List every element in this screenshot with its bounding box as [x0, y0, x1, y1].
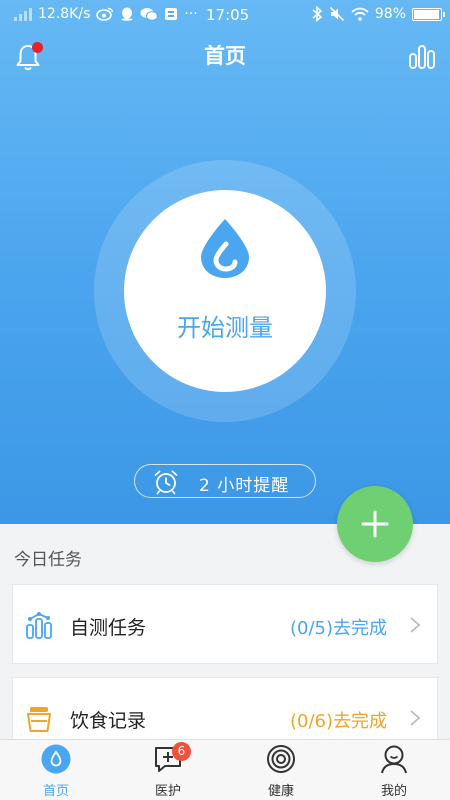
reminder-label: 2 小时提醒	[199, 476, 290, 496]
bar-chart-icon	[26, 612, 52, 639]
reminder-button[interactable]: 2 小时提醒	[134, 464, 316, 498]
alarm-clock-icon	[154, 470, 178, 495]
task-name: 自测任务	[70, 617, 147, 639]
nav-home[interactable]: 首页	[0, 740, 112, 800]
plus-icon	[361, 510, 389, 538]
status-right: 98%	[311, 6, 445, 22]
weibo-icon	[96, 7, 114, 21]
concentric-circles-icon	[267, 745, 295, 773]
battery-icon	[412, 7, 445, 21]
wechat-icon	[140, 8, 159, 21]
chevron-right-icon	[410, 710, 421, 726]
signal-icon	[14, 7, 32, 21]
task-self-test[interactable]: 自测任务 (0/5)去完成	[12, 584, 438, 664]
battery-level	[414, 9, 439, 19]
water-drop-icon	[41, 744, 71, 774]
unread-badge: 6	[172, 742, 191, 761]
chevron-right-icon	[410, 617, 421, 633]
status-bar: 12.8K/s ··· 17:05 98%	[0, 0, 450, 30]
water-drop-icon	[201, 219, 249, 278]
app-notification-icon	[165, 8, 178, 20]
app-screen: 12.8K/s ··· 17:05 98% 首页 开始测量 2 小时提醒 今日任…	[0, 0, 450, 800]
wifi-icon	[351, 7, 369, 21]
cup-icon	[27, 707, 51, 732]
bar-chart-icon[interactable]	[408, 44, 436, 70]
person-icon	[381, 745, 407, 774]
nav-care-label: 医护	[154, 784, 181, 799]
clock: 17:05	[206, 6, 250, 24]
start-measure-label: 开始测量	[177, 314, 273, 342]
task-name: 饮食记录	[70, 710, 147, 732]
net-speed: 12.8K/s	[38, 6, 91, 22]
page-title: 首页	[204, 44, 246, 68]
task-status: (0/6)去完成	[289, 711, 387, 732]
nav-care[interactable]: 6 医护	[112, 740, 224, 800]
nav-home-label: 首页	[42, 784, 69, 799]
nav-health[interactable]: 健康	[225, 740, 337, 800]
nav-mine-label: 我的	[380, 784, 407, 799]
add-button[interactable]	[337, 486, 413, 562]
mute-icon	[329, 6, 344, 22]
battery-percent: 98%	[374, 6, 406, 22]
status-left: 12.8K/s ···	[14, 6, 198, 22]
more-notifications: ···	[184, 6, 198, 22]
nav-mine[interactable]: 我的	[338, 740, 450, 800]
task-status: (0/5)去完成	[289, 618, 387, 639]
bluetooth-icon	[312, 6, 323, 22]
nav-health-label: 健康	[267, 784, 294, 799]
bottom-nav: 首页 6 医护 健康 我的	[0, 739, 450, 800]
qq-icon	[121, 7, 133, 21]
section-title-today-tasks: 今日任务	[14, 550, 82, 570]
start-measure-button[interactable]: 开始测量	[124, 190, 326, 392]
